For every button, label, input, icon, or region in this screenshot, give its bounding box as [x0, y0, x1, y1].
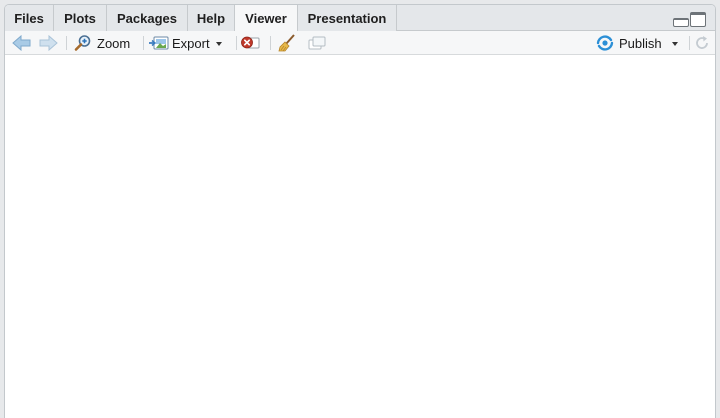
toolbar-divider: [270, 36, 271, 50]
arrow-left-icon: [12, 35, 31, 51]
arrow-right-icon: [39, 35, 58, 51]
zoom-label: Zoom: [97, 35, 131, 51]
export-image-icon: [149, 36, 169, 50]
broom-icon: [278, 34, 295, 52]
window-controls: [673, 11, 706, 27]
tab-label: Files: [14, 10, 44, 26]
viewer-toolbar: Zoom Export Publish: [5, 31, 715, 55]
remove-circle-icon: [241, 36, 260, 49]
toolbar-divider: [66, 36, 67, 50]
show-in-new-window-button[interactable]: [308, 31, 326, 55]
maximize-icon[interactable]: [690, 12, 706, 27]
tab-label: Presentation: [307, 10, 387, 26]
minimize-icon[interactable]: [673, 13, 689, 27]
back-button[interactable]: [12, 31, 32, 55]
tab-help[interactable]: Help: [188, 5, 235, 31]
clear-all-button[interactable]: [278, 31, 296, 55]
chevron-down-icon: [671, 42, 678, 46]
show-in-new-window-icon: [308, 36, 326, 50]
toolbar-divider: [143, 36, 144, 50]
tab-label: Viewer: [245, 11, 287, 26]
publish-label: Publish: [619, 35, 662, 51]
zoom-button[interactable]: Zoom: [74, 31, 130, 55]
viewer-pane: Files Plots Packages Help Viewer Present…: [4, 4, 716, 418]
remove-viewer-button[interactable]: [240, 31, 260, 55]
publish-menu[interactable]: Publish: [595, 31, 678, 55]
export-menu[interactable]: Export: [149, 31, 222, 55]
forward-button[interactable]: [38, 31, 58, 55]
chevron-down-icon: [215, 42, 222, 46]
tab-label: Help: [196, 10, 226, 26]
toolbar-divider: [236, 36, 237, 50]
zoom-magnifier-icon: [74, 35, 91, 51]
refresh-button[interactable]: [694, 31, 710, 55]
tab-plots[interactable]: Plots: [54, 5, 107, 31]
tab-packages[interactable]: Packages: [107, 5, 188, 31]
tab-presentation[interactable]: Presentation: [298, 5, 397, 31]
tab-bar: Files Plots Packages Help Viewer Present…: [5, 5, 715, 32]
refresh-icon: [696, 36, 708, 49]
publish-icon: [596, 35, 614, 51]
viewer-content-area: [5, 56, 715, 418]
tab-label: Packages: [117, 10, 177, 26]
tab-label: Plots: [64, 10, 96, 26]
toolbar-divider: [689, 36, 690, 50]
tab-viewer[interactable]: Viewer: [235, 5, 298, 32]
export-label: Export: [172, 35, 210, 51]
tab-files[interactable]: Files: [5, 5, 54, 31]
